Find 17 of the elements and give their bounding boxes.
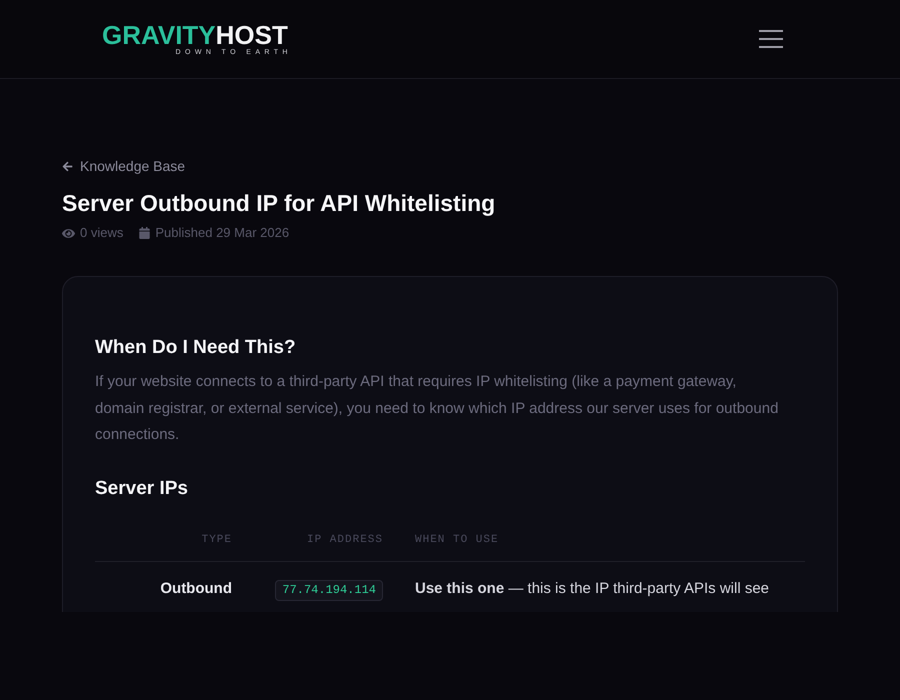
table-cell: Use this one — this is the IP third-party APIs will see (415, 580, 770, 596)
article-title: Server Outbound IP for API Whitelisting (62, 189, 496, 218)
eye-icon (62, 226, 75, 240)
section-paragraph: If your website connects to a third-party API that requires IP whitelisting (like a payment gateway, domain registrar, or external service), you need to know which IP address our server uses for outbound connections. (95, 372, 780, 445)
view-count: 0 views (80, 224, 124, 242)
ip-address-badge: 77.74.194.114 (275, 580, 383, 600)
arrow-left-icon (62, 160, 73, 172)
section-heading: Server IPs (95, 476, 189, 500)
table-cell: Outbound (160, 580, 232, 596)
publish-date: Published 29 Mar 2026 (155, 224, 290, 242)
back-link[interactable]: Knowledge Base (62, 156, 186, 176)
column-header: WHEN TO USE (415, 534, 499, 546)
column-header: IP ADDRESS (306, 534, 383, 546)
column-header: TYPE (202, 534, 232, 546)
section-heading: When Do I Need This? (95, 336, 297, 360)
menu-button[interactable] (759, 30, 783, 48)
calendar-icon (139, 227, 150, 239)
